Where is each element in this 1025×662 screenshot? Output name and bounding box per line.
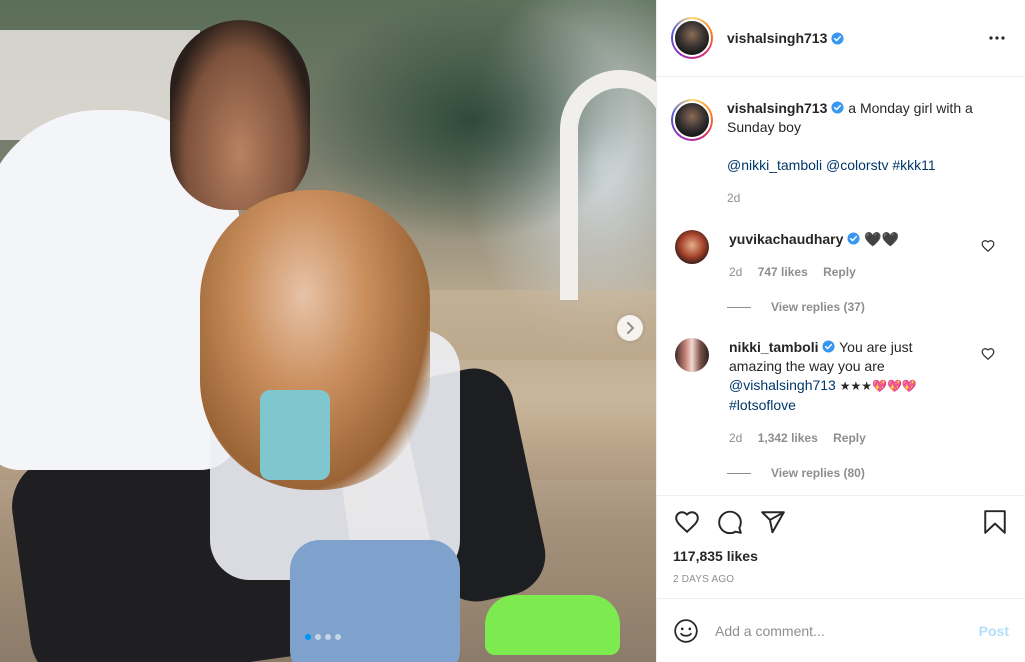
photo-jeans xyxy=(290,540,460,662)
comment-meta: 2d 1,342 likes Reply xyxy=(729,429,969,448)
reply-button[interactable]: Reply xyxy=(823,265,856,279)
carousel-dot-active xyxy=(305,634,311,640)
post-actions: 117,835 likes 2 DAYS AGO xyxy=(657,495,1025,598)
caption-username[interactable]: vishalsingh713 xyxy=(727,100,827,116)
action-icons xyxy=(673,508,1009,536)
share-icon xyxy=(761,511,785,534)
commenter-username[interactable]: nikki_tamboli xyxy=(729,339,818,355)
commenter-username[interactable]: yuvikachaudhary xyxy=(729,231,843,247)
photo-woman-top xyxy=(260,390,330,480)
author-username[interactable]: vishalsingh713 xyxy=(727,30,827,46)
add-comment-bar: Post xyxy=(657,598,1025,662)
emoji-icon[interactable] xyxy=(673,618,699,644)
bookmark-icon xyxy=(984,510,1006,534)
photo-shoe xyxy=(485,595,620,655)
carousel-dots xyxy=(305,634,341,640)
save-button[interactable] xyxy=(981,508,1009,536)
carousel-dot xyxy=(335,634,341,640)
view-replies-button[interactable]: View replies (37) xyxy=(727,300,1009,314)
next-slide-button[interactable] xyxy=(617,315,643,341)
caption-tags: @nikki_tamboli @colorstv #kkk11 xyxy=(727,156,997,175)
photo-arch xyxy=(560,70,656,300)
comment-like-icon[interactable] xyxy=(981,347,995,361)
comments-list[interactable]: vishalsingh713 a Monday girl with a Sund… xyxy=(657,77,1025,495)
comment-likes[interactable]: 747 likes xyxy=(758,265,808,279)
post-modal: vishalsingh713 vishalsingh713 a Monday g… xyxy=(0,0,1025,662)
view-replies-button[interactable]: View replies (80) xyxy=(727,466,1009,480)
comment-icon xyxy=(718,510,742,535)
post-photo[interactable] xyxy=(0,0,656,662)
commenter-avatar[interactable] xyxy=(675,338,709,372)
comment-button[interactable] xyxy=(716,508,744,536)
replies-divider xyxy=(727,306,751,308)
reply-button[interactable]: Reply xyxy=(833,431,866,445)
likes-count[interactable]: 117,835 likes xyxy=(673,548,1009,564)
verified-badge-icon xyxy=(847,232,860,245)
share-button[interactable] xyxy=(759,508,787,536)
like-button[interactable] xyxy=(673,508,701,536)
photo-man-head xyxy=(170,20,310,210)
comment-age[interactable]: 2d xyxy=(729,265,742,279)
verified-badge-icon xyxy=(831,101,844,114)
heart-icon xyxy=(675,511,699,534)
author-avatar[interactable] xyxy=(671,17,713,59)
post-caption: vishalsingh713 a Monday girl with a Sund… xyxy=(671,99,1009,208)
comment-emojis: ★★★💖💖💖 xyxy=(839,379,917,393)
comment-likes[interactable]: 1,342 likes xyxy=(758,431,818,445)
post-sidebar: vishalsingh713 vishalsingh713 a Monday g… xyxy=(656,0,1025,662)
carousel-dot xyxy=(325,634,331,640)
more-options-button[interactable] xyxy=(985,26,1009,50)
more-options-icon xyxy=(989,36,1005,40)
post-timestamp[interactable]: 2 DAYS AGO xyxy=(673,574,1009,585)
comment-item: nikki_tamboli You are just amazing the w… xyxy=(671,338,1009,448)
comment-text: 🖤🖤 xyxy=(864,231,900,247)
post-header: vishalsingh713 xyxy=(657,0,1025,77)
carousel-dot xyxy=(315,634,321,640)
caption-avatar[interactable] xyxy=(671,99,713,141)
view-replies-label: View replies (37) xyxy=(771,300,865,314)
replies-divider xyxy=(727,472,751,474)
mention-link[interactable]: @colorstv xyxy=(826,157,888,173)
comment-input[interactable] xyxy=(715,622,979,639)
mention-link[interactable]: @nikki_tamboli xyxy=(727,157,822,173)
chevron-right-icon xyxy=(627,322,635,334)
verified-badge-icon xyxy=(822,340,836,353)
view-replies-label: View replies (80) xyxy=(771,466,865,480)
verified-badge-icon xyxy=(831,31,844,45)
hashtag-link[interactable]: #lotsoflove xyxy=(729,397,796,413)
comment-item: yuvikachaudhary 🖤🖤 2d 747 likes Reply xyxy=(671,230,1009,282)
comment-meta: 2d 747 likes Reply xyxy=(729,263,969,282)
hashtag-link[interactable]: #kkk11 xyxy=(892,157,935,173)
comment-like-icon[interactable] xyxy=(981,239,995,253)
commenter-avatar[interactable] xyxy=(675,230,709,264)
mention-link[interactable]: @vishalsingh713 xyxy=(729,377,836,393)
caption-age[interactable]: 2d xyxy=(727,189,997,208)
comment-age[interactable]: 2d xyxy=(729,431,742,445)
post-comment-button[interactable]: Post xyxy=(979,623,1009,639)
